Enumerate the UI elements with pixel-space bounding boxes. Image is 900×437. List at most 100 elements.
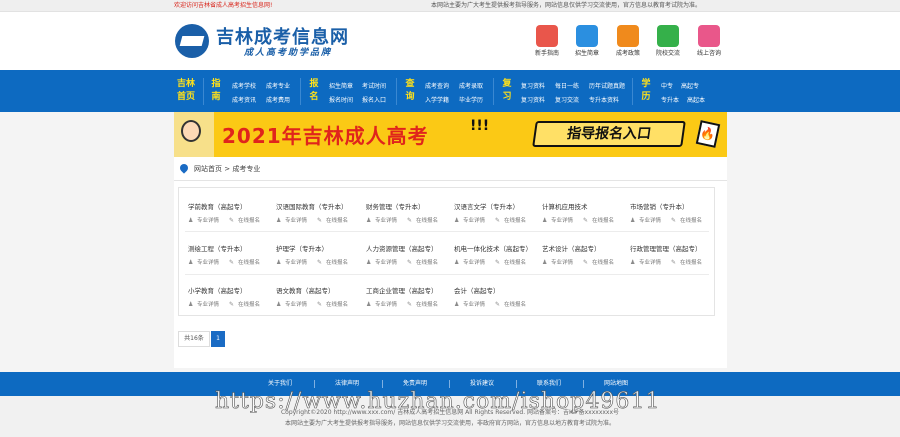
- major-apply-link[interactable]: 在线报名: [592, 260, 614, 266]
- headset-icon[interactable]: [698, 25, 720, 47]
- nav-link[interactable]: 专升本: [661, 95, 679, 104]
- major-name-link[interactable]: 人力资源管理（高起专）: [366, 243, 438, 253]
- nav-link[interactable]: 每日一练: [555, 81, 579, 90]
- major-name-link[interactable]: 机电一体化技术（高起专）: [454, 243, 532, 253]
- nav-link[interactable]: 成考资讯: [232, 95, 256, 104]
- major-apply-link[interactable]: 在线报名: [326, 302, 348, 308]
- major-actions: ♟ 专业详情 ✎ 在线报名: [276, 258, 348, 266]
- major-item: 工商企业管理（高起专） ♟ 专业详情 ✎ 在线报名: [366, 285, 438, 308]
- page-1-button[interactable]: 1: [211, 331, 225, 347]
- building-icon[interactable]: [576, 25, 598, 47]
- major-name-link[interactable]: 工商企业管理（高起专）: [366, 285, 438, 295]
- major-detail-link[interactable]: 专业详情: [197, 302, 219, 308]
- major-name-link[interactable]: 小学教育（高起专）: [188, 285, 260, 295]
- quick-link-brochure[interactable]: 招生简章: [567, 48, 607, 57]
- major-detail-link[interactable]: 专业详情: [551, 260, 573, 266]
- banner-exclaim: !!!: [470, 118, 490, 134]
- nav-divider: [632, 78, 633, 105]
- major-detail-link[interactable]: 专业详情: [639, 218, 661, 224]
- nav-link[interactable]: 毕业学历: [459, 95, 483, 104]
- cap-shape: [179, 36, 205, 46]
- major-apply-link[interactable]: 在线报名: [238, 260, 260, 266]
- nav-link[interactable]: 历年试题真题: [589, 81, 625, 90]
- nav-link[interactable]: 高起本: [687, 95, 705, 104]
- nav-link[interactable]: 入学学籍: [425, 95, 449, 104]
- chat-icon[interactable]: [657, 25, 679, 47]
- major-name-link[interactable]: 财务管理（专升本）: [366, 201, 438, 211]
- major-name-link[interactable]: 汉语国际教育（专升本）: [276, 201, 348, 211]
- major-apply-link[interactable]: 在线报名: [238, 302, 260, 308]
- nav-link[interactable]: 复习资料: [521, 95, 545, 104]
- location-pin-icon: [178, 162, 190, 174]
- major-detail-link[interactable]: 专业详情: [375, 218, 397, 224]
- nav-link[interactable]: 专升本资料: [589, 95, 619, 104]
- breadcrumb-text[interactable]: 网站首页 > 成考专业: [194, 157, 260, 181]
- quick-link-guide[interactable]: 新手指南: [527, 48, 567, 57]
- major-detail-link[interactable]: 专业详情: [375, 302, 397, 308]
- major-detail-link[interactable]: 专业详情: [463, 218, 485, 224]
- major-apply-link[interactable]: 在线报名: [416, 302, 438, 308]
- major-detail-link[interactable]: 专业详情: [639, 260, 661, 266]
- nav-cat-char: 指: [211, 79, 221, 89]
- major-actions: ♟ 专业详情 ✎ 在线报名: [454, 216, 526, 224]
- nav-cat-guide: 指 南: [210, 78, 222, 104]
- nav-link[interactable]: 成考录取: [459, 81, 483, 90]
- major-name-link[interactable]: 测绘工程（专升本）: [188, 243, 260, 253]
- major-apply-link[interactable]: 在线报名: [504, 260, 526, 266]
- edit-icon: ✎: [495, 217, 501, 224]
- major-detail-link[interactable]: 专业详情: [197, 260, 219, 266]
- major-apply-link[interactable]: 在线报名: [416, 260, 438, 266]
- nav-link[interactable]: 复习交流: [555, 95, 579, 104]
- major-detail-link[interactable]: 专业详情: [285, 218, 307, 224]
- major-name-link[interactable]: 计算机应用技术: [542, 201, 614, 211]
- nav-link[interactable]: 复习资料: [521, 81, 545, 90]
- nav-link[interactable]: 成考费用: [266, 95, 290, 104]
- major-item: 测绘工程（专升本） ♟ 专业详情 ✎ 在线报名: [188, 243, 260, 266]
- major-apply-link[interactable]: 在线报名: [326, 218, 348, 224]
- major-detail-link[interactable]: 专业详情: [551, 218, 573, 224]
- major-detail-link[interactable]: 专业详情: [375, 260, 397, 266]
- nav-link[interactable]: 高起专: [681, 81, 699, 90]
- nav-link[interactable]: 成考学校: [232, 81, 256, 90]
- major-detail-link[interactable]: 专业详情: [197, 218, 219, 224]
- major-apply-link[interactable]: 在线报名: [238, 218, 260, 224]
- major-name-link[interactable]: 汉语言文学（专升本）: [454, 201, 526, 211]
- major-apply-link[interactable]: 在线报名: [680, 218, 702, 224]
- major-name-link[interactable]: 艺术设计（高起专）: [542, 243, 614, 253]
- edit-icon: ✎: [583, 259, 589, 266]
- major-apply-link[interactable]: 在线报名: [680, 260, 702, 266]
- quick-link-exchange[interactable]: 院校交流: [648, 48, 688, 57]
- nav-link[interactable]: 报名入口: [362, 95, 386, 104]
- nav-link[interactable]: 成考专业: [266, 81, 290, 90]
- nav-home[interactable]: 吉林 首页: [176, 78, 196, 104]
- nav-divider: [203, 78, 204, 105]
- major-apply-link[interactable]: 在线报名: [504, 218, 526, 224]
- major-name-link[interactable]: 会计（高起专）: [454, 285, 526, 295]
- quick-link-consult[interactable]: 线上咨询: [689, 48, 729, 57]
- major-name-link[interactable]: 语文教育（高起专）: [276, 285, 348, 295]
- quick-link-policy[interactable]: 成考政策: [608, 48, 648, 57]
- major-detail-link[interactable]: 专业详情: [463, 260, 485, 266]
- major-detail-link[interactable]: 专业详情: [463, 302, 485, 308]
- nav-link[interactable]: 成考查询: [425, 81, 449, 90]
- major-apply-link[interactable]: 在线报名: [504, 302, 526, 308]
- major-apply-link[interactable]: 在线报名: [326, 260, 348, 266]
- major-item: 行政管理管理（高起专） ♟ 专业详情 ✎ 在线报名: [630, 243, 702, 266]
- nav-link[interactable]: 招生简章: [329, 81, 353, 90]
- major-apply-link[interactable]: 在线报名: [592, 218, 614, 224]
- major-detail-link[interactable]: 专业详情: [285, 302, 307, 308]
- nav-cat-char: 习: [502, 92, 512, 102]
- nav-link[interactable]: 报名时间: [329, 95, 353, 104]
- document-icon[interactable]: [617, 25, 639, 47]
- major-detail-link[interactable]: 专业详情: [285, 260, 307, 266]
- nav-link[interactable]: 中专: [661, 81, 673, 90]
- nav-link[interactable]: 考试时间: [362, 81, 386, 90]
- major-name-link[interactable]: 行政管理管理（高起专）: [630, 243, 702, 253]
- major-name-link[interactable]: 市场营销（专升本）: [630, 201, 702, 211]
- banner-register-button[interactable]: 指导报名入口: [532, 121, 686, 147]
- home-icon[interactable]: [536, 25, 558, 47]
- major-apply-link[interactable]: 在线报名: [416, 218, 438, 224]
- promo-banner[interactable]: 2021年吉林成人高考 !!! 指导报名入口 🔥: [174, 112, 727, 157]
- major-name-link[interactable]: 护理学（专升本）: [276, 243, 348, 253]
- major-name-link[interactable]: 学前教育（高起专）: [188, 201, 260, 211]
